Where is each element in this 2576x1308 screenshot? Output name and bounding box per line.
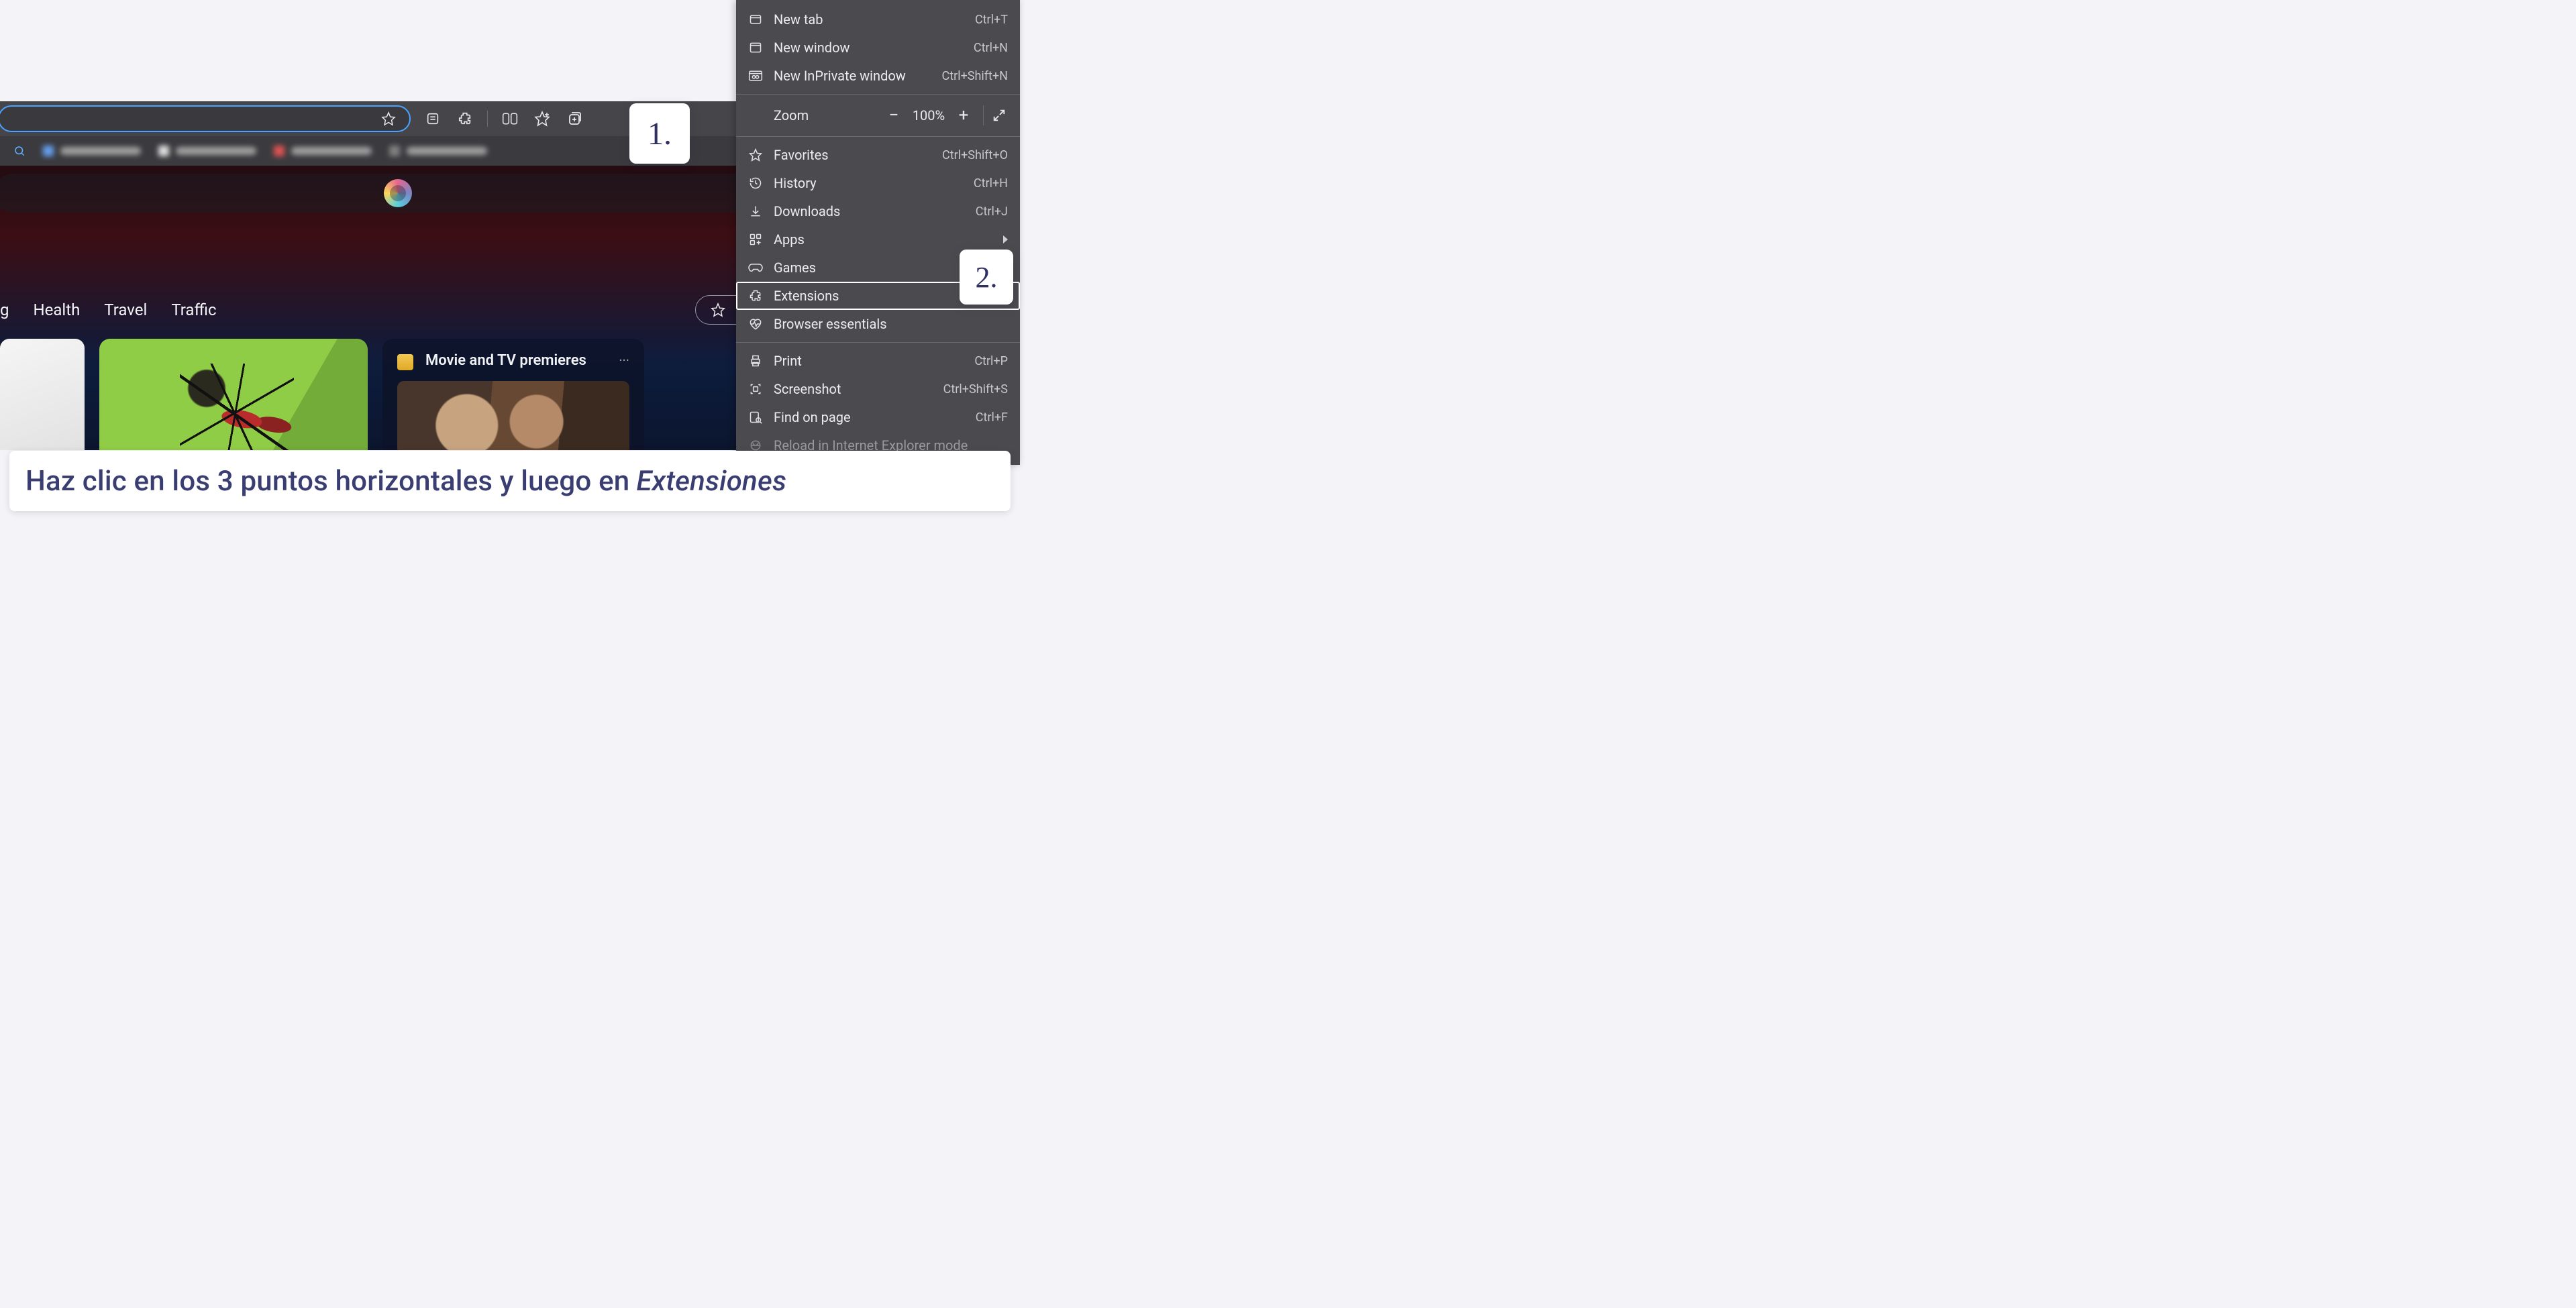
menu-shortcut: Ctrl+J	[976, 205, 1008, 219]
favorite-item[interactable]	[389, 146, 487, 156]
menu-label: Find on page	[774, 409, 965, 425]
caption-text: Haz clic en los 3 puntos horizontales y …	[25, 465, 629, 498]
menu-shortcut: Ctrl+N	[974, 41, 1008, 55]
fullscreen-icon[interactable]	[992, 108, 1020, 123]
apps-icon	[748, 233, 763, 246]
bookmark-star-icon[interactable]	[378, 109, 399, 129]
news-card[interactable]	[0, 339, 85, 450]
menu-shortcut: Ctrl+F	[976, 411, 1008, 425]
menu-shortcut: Ctrl+Shift+O	[942, 148, 1008, 162]
menu-item-screenshot[interactable]: Screenshot Ctrl+Shift+S	[736, 375, 1020, 403]
nav-link-traffic[interactable]: Traffic	[171, 301, 216, 319]
history-icon	[748, 176, 763, 190]
zoom-label: Zoom	[774, 107, 880, 123]
menu-item-new-tab[interactable]: New tab Ctrl+T	[736, 5, 1020, 34]
menu-label: Favorites	[774, 147, 931, 163]
nav-link[interactable]: g	[0, 301, 9, 319]
menu-item-print[interactable]: Print Ctrl+P	[736, 347, 1020, 375]
menu-separator	[736, 342, 1020, 343]
menu-item-new-inprivate[interactable]: New InPrivate window Ctrl+Shift+N	[736, 62, 1020, 90]
menu-shortcut: Ctrl+P	[974, 354, 1008, 368]
menu-label: New window	[774, 40, 963, 56]
screenshot-icon	[748, 382, 763, 396]
favorite-item[interactable]	[43, 146, 141, 156]
split-screen-icon[interactable]	[500, 109, 520, 129]
callout-2: 2.	[960, 250, 1013, 305]
nav-link-health[interactable]: Health	[33, 301, 80, 319]
new-window-icon	[748, 41, 763, 54]
menu-label: Browser essentials	[774, 316, 1008, 332]
news-card[interactable]	[99, 339, 368, 450]
menu-shortcut: Ctrl+T	[975, 13, 1008, 27]
callout-number: 2.	[976, 260, 998, 294]
heartbeat-icon	[748, 317, 763, 331]
menu-separator	[736, 94, 1020, 95]
menu-label: New InPrivate window	[774, 68, 931, 84]
menu-shortcut: Ctrl+H	[974, 176, 1008, 190]
find-icon	[748, 411, 763, 424]
menu-item-downloads[interactable]: Downloads Ctrl+J	[736, 197, 1020, 225]
news-card-premieres[interactable]: Movie and TV premieres ···	[382, 339, 644, 450]
callout-number: 1.	[648, 115, 672, 152]
games-icon	[748, 261, 763, 274]
collections-icon[interactable]	[564, 109, 584, 129]
menu-label: Downloads	[774, 203, 965, 219]
menu-item-find[interactable]: Find on page Ctrl+F	[736, 403, 1020, 431]
print-icon	[748, 354, 763, 368]
menu-shortcut: Ctrl+Shift+N	[942, 69, 1008, 83]
card-image	[397, 381, 629, 450]
menu-label: Print	[774, 353, 964, 369]
zoom-value: 100%	[908, 107, 949, 123]
menu-label: New tab	[774, 11, 964, 28]
card-title: Movie and TV premieres	[425, 352, 586, 369]
menu-item-new-window[interactable]: New window Ctrl+N	[736, 34, 1020, 62]
address-bar[interactable]	[0, 105, 411, 132]
callout-1: 1.	[629, 103, 690, 164]
menu-label: Screenshot	[774, 381, 933, 397]
copilot-icon[interactable]	[384, 179, 412, 207]
clapperboard-icon	[397, 354, 413, 370]
nav-link-travel[interactable]: Travel	[104, 301, 147, 319]
settings-and-more-menu: New tab Ctrl+T New window Ctrl+N New InP…	[736, 0, 1020, 465]
new-tab-icon	[748, 13, 763, 26]
favorite-item[interactable]	[158, 146, 256, 156]
submenu-arrow-icon	[1003, 235, 1008, 243]
extensions-icon	[748, 289, 763, 303]
inprivate-icon	[748, 69, 763, 83]
extensions-icon[interactable]	[455, 109, 475, 129]
instruction-caption: Haz clic en los 3 puntos horizontales y …	[9, 451, 1011, 511]
menu-item-zoom: Zoom − 100% +	[736, 99, 1020, 132]
menu-shortcut: Ctrl+Shift+S	[943, 382, 1008, 396]
menu-label: History	[774, 175, 963, 191]
zoom-in-button[interactable]: +	[949, 105, 978, 125]
ie-icon	[748, 439, 763, 452]
caption-emphasis: Extensiones	[636, 465, 786, 498]
reader-icon[interactable]	[423, 109, 443, 129]
menu-separator	[736, 136, 1020, 137]
zoom-out-button[interactable]: −	[880, 105, 908, 125]
download-icon	[748, 205, 763, 218]
menu-label: Apps	[774, 231, 1008, 248]
card-more-icon[interactable]: ···	[619, 352, 629, 368]
favorites-star-plus-icon[interactable]	[532, 109, 552, 129]
toolbar-divider	[487, 111, 488, 127]
menu-item-browser-essentials[interactable]: Browser essentials	[736, 310, 1020, 338]
menu-item-history[interactable]: History Ctrl+H	[736, 169, 1020, 197]
menu-item-favorites[interactable]: Favorites Ctrl+Shift+O	[736, 141, 1020, 169]
star-icon	[748, 148, 763, 162]
favorite-item[interactable]	[274, 146, 372, 156]
